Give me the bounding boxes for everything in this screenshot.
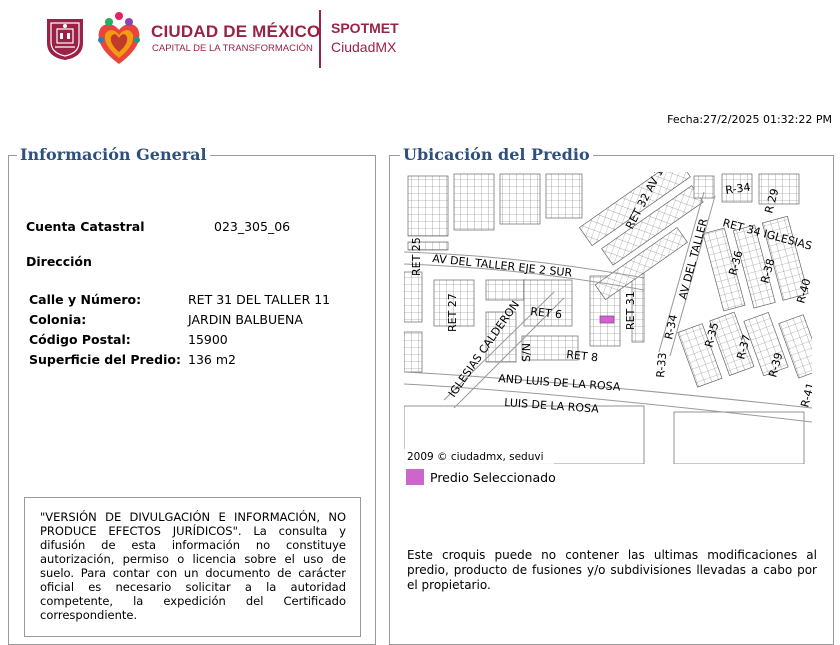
codigo-postal-value: 15900 — [188, 332, 228, 347]
map-label-r34-mid: R-34 — [662, 313, 680, 340]
direccion-label: Dirección — [26, 254, 92, 269]
predio-legend-label: Predio Seleccionado — [430, 470, 556, 485]
informacion-general-legend: Información General — [17, 145, 210, 164]
map-svg: R-34 R 29 RET 32 AV 1 RET 34 IGLESIAS RE… — [404, 172, 812, 464]
header-divider — [319, 10, 321, 68]
croquis-note: Este croquis puede no contener las ultim… — [407, 548, 817, 592]
brand-title: CIUDAD DE MÉXICO — [151, 22, 321, 41]
superficie-value: 136 m2 — [188, 352, 236, 367]
map-label-ret27: RET 27 — [446, 293, 459, 332]
codigo-postal-label: Código Postal: — [29, 332, 131, 347]
colonia-label: Colonia: — [29, 312, 87, 327]
cdmx-shield-icon — [47, 19, 83, 60]
map-label-ret25: RET 25 — [410, 237, 423, 276]
colonia-value: JARDIN BALBUENA — [188, 312, 303, 327]
map-label-r33: R-33 — [654, 352, 669, 378]
map-label-r41: R-41 — [798, 381, 812, 409]
map-label-ret8: RET 8 — [566, 348, 599, 364]
heart-logo-icon — [98, 12, 140, 64]
map-credit: 2009 © ciudadmx, seduvi — [407, 451, 544, 463]
selected-predio-marker[interactable] — [599, 315, 615, 324]
disclaimer-box: "VERSIÓN DE DIVULGACIÓN E INFORMACIÓN, N… — [24, 497, 361, 637]
map-label-sn: S/N — [520, 343, 533, 362]
map-label-ret31: RET 31 — [624, 291, 637, 330]
fecha-timestamp: Fecha:27/2/2025 01:32:22 PM — [667, 113, 832, 126]
calle-numero-value: RET 31 DEL TALLER 11 — [188, 292, 331, 307]
page-header: CIUDAD DE MÉXICO CAPITAL DE LA TRANSFORM… — [0, 0, 840, 80]
location-map[interactable]: R-34 R 29 RET 32 AV 1 RET 34 IGLESIAS RE… — [404, 172, 812, 464]
cuenta-catastral-value: 023_305_06 — [214, 219, 291, 234]
superficie-label: Superficie del Predio: — [29, 352, 181, 367]
cuenta-catastral-label: Cuenta Catastral — [26, 219, 145, 234]
brand-subtitle: CAPITAL DE LA TRANSFORMACIÓN — [152, 43, 313, 54]
calle-numero-label: Calle y Número: — [29, 292, 142, 307]
app-subtitle: CiudadMX — [331, 39, 397, 55]
ubicacion-predio-legend: Ubicación del Predio — [400, 145, 593, 164]
map-label-av-taller-eje: AV DEL TALLER EJE 2 SUR — [432, 252, 573, 280]
map-label-and-luis-rosa: AND LUIS DE LA ROSA — [498, 372, 621, 394]
app-title: SPOTMET — [331, 20, 399, 36]
predio-legend-swatch — [406, 469, 424, 485]
